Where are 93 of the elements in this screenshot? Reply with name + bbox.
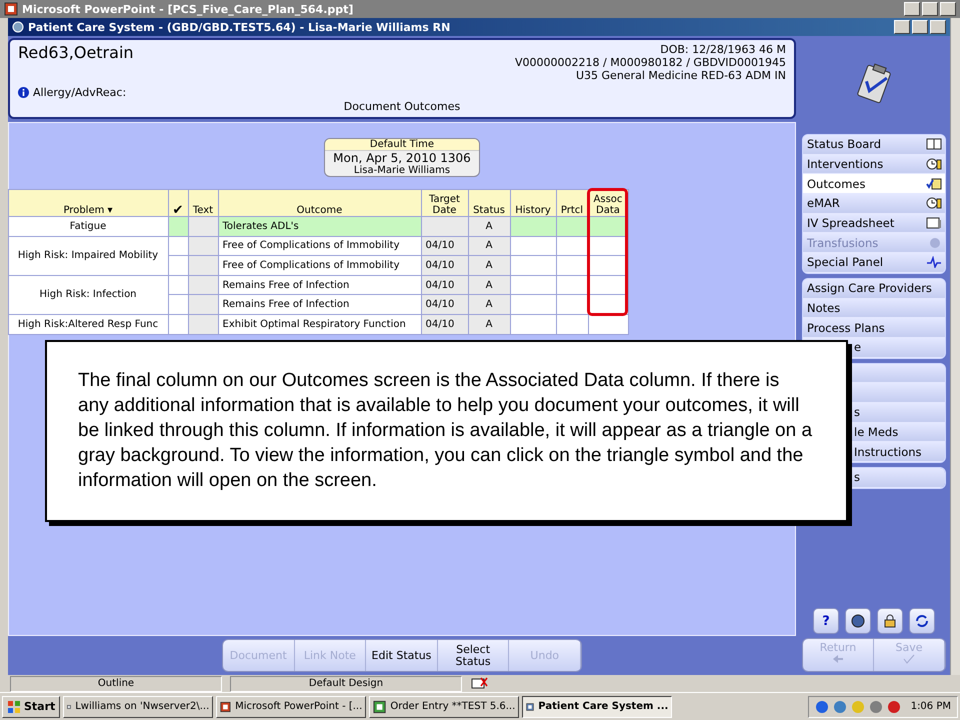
toolbar-button[interactable]: Select Status xyxy=(438,640,510,671)
location-text: U35 General Medicine RED-63 ADM IN xyxy=(576,69,786,82)
window-title: Microsoft PowerPoint - [PCS_Five_Care_Plan_564.ppt] xyxy=(22,2,354,16)
status-cell: A xyxy=(468,275,510,295)
taskbar-button[interactable]: Microsoft PowerPoint - [... xyxy=(216,696,366,718)
app-title: Patient Care System - (GBD/GBD.TEST5.64) - Lisa-Marie Williams RN xyxy=(28,20,450,34)
problem-cell[interactable]: High Risk:Altered Resp Func xyxy=(8,314,168,334)
app-icon xyxy=(12,21,24,33)
drop-icon xyxy=(928,236,942,249)
column-header: Text xyxy=(188,190,218,216)
screen-title: Document Outcomes xyxy=(342,100,462,114)
dob-text: DOB: 12/28/1963 46 M xyxy=(660,43,786,56)
outcome-cell[interactable]: Free of Complications of Immobility xyxy=(218,236,421,256)
refresh-button[interactable] xyxy=(909,608,935,634)
status-cell: A xyxy=(468,236,510,256)
outcome-cell[interactable]: Exhibit Optimal Respiratory Function xyxy=(218,314,421,334)
target-date-cell: 04/10 xyxy=(421,314,468,334)
status-cell: A xyxy=(468,314,510,334)
sidebar-item[interactable]: Process Plans xyxy=(803,318,945,338)
globe-button[interactable] xyxy=(845,608,871,634)
taskbar-button[interactable]: Lwilliams on 'Nwserver2\... xyxy=(63,696,214,718)
restore-button[interactable] xyxy=(922,2,938,16)
problem-cell[interactable]: Fatigue xyxy=(8,216,168,236)
maximize-button[interactable] xyxy=(912,20,928,34)
problem-cell[interactable]: High Risk: Infection xyxy=(8,275,168,314)
checkmark-icon xyxy=(903,654,915,664)
sidebar-item[interactable]: Outcomes xyxy=(803,174,945,194)
sidebar-item[interactable]: Special Panel xyxy=(803,253,945,273)
tray-icon[interactable] xyxy=(814,700,829,714)
default-time-user: Lisa-Marie Williams xyxy=(354,165,450,176)
sidebar-item[interactable]: eMAR xyxy=(803,194,945,214)
tray-icon[interactable] xyxy=(868,700,883,714)
close-button[interactable] xyxy=(930,20,946,34)
target-date-cell: 04/10 xyxy=(421,275,468,295)
lock-button[interactable] xyxy=(877,608,903,634)
column-header[interactable]: Problem ▾ xyxy=(8,190,168,216)
minimize-button[interactable] xyxy=(894,20,910,34)
target-date-cell: 04/10 xyxy=(421,294,468,314)
status-pane: Outline xyxy=(10,676,222,692)
book-icon xyxy=(926,138,942,150)
minimize-button[interactable] xyxy=(904,2,920,16)
tray-icon[interactable] xyxy=(886,700,901,714)
column-header: Outcome xyxy=(218,190,421,216)
tray-icon[interactable] xyxy=(832,700,847,714)
status-cell: A xyxy=(468,256,510,276)
clock-icon xyxy=(926,197,942,210)
column-header: ✔ xyxy=(168,190,188,216)
taskbar-button[interactable]: Order Entry **TEST 5.6... xyxy=(369,696,520,718)
globe-icon xyxy=(851,614,865,628)
windows-logo-icon xyxy=(7,700,21,714)
app-icon xyxy=(373,700,386,714)
refresh-icon xyxy=(915,614,929,628)
patient-name: Red63,Oetrain xyxy=(18,43,135,64)
allergy-label: Allergy/AdvReac: xyxy=(33,86,126,99)
start-button[interactable]: Start xyxy=(2,696,60,718)
clock-icon xyxy=(926,158,942,170)
arrow-icon xyxy=(832,654,844,664)
checklist-icon xyxy=(926,178,942,190)
toolbar-button[interactable]: Edit Status xyxy=(366,640,438,671)
app-icon xyxy=(4,2,18,16)
close-button[interactable] xyxy=(940,2,956,16)
help-button[interactable]: ? xyxy=(813,608,839,634)
sidebar-item[interactable]: Assign Care Providers xyxy=(803,278,945,298)
spreadsheet-icon xyxy=(926,217,942,230)
taskbar-button[interactable]: Patient Care System ... xyxy=(522,696,672,718)
patient-ids: V00000002218 / M000980182 / GBDVID0001945 xyxy=(515,56,786,69)
status-cell: A xyxy=(468,216,510,236)
column-header: Target Date xyxy=(421,190,468,216)
outcome-cell[interactable]: Remains Free of Infection xyxy=(218,294,421,314)
lock-icon xyxy=(884,614,896,628)
default-time-date: Mon, Apr 5, 2010 1306 xyxy=(333,151,471,165)
target-date-cell: 04/10 xyxy=(421,256,468,276)
sidebar-item[interactable]: IV Spreadsheet xyxy=(803,214,945,234)
app-icon xyxy=(220,700,232,714)
outcome-cell[interactable]: Tolerates ADL's xyxy=(218,216,421,236)
default-time-box[interactable]: Default Time Mon, Apr 5, 2010 1306 Lisa-Marie Williams xyxy=(324,138,480,177)
target-date-cell: 04/10 xyxy=(421,236,468,256)
info-icon xyxy=(18,86,29,98)
sidebar-item[interactable]: Notes xyxy=(803,298,945,318)
status-cell: A xyxy=(468,294,510,314)
sidebar-item[interactable]: Interventions xyxy=(803,154,945,174)
column-header: History xyxy=(510,190,556,216)
sidebar-item[interactable]: Status Board xyxy=(803,135,945,155)
column-header: Status xyxy=(468,190,510,216)
clock-text: 1:06 PM xyxy=(910,701,951,712)
outcome-cell[interactable]: Remains Free of Infection xyxy=(218,275,421,295)
status-pane: Default Design xyxy=(230,676,462,692)
problem-cell[interactable]: High Risk: Impaired Mobility xyxy=(8,236,168,276)
default-time-label: Default Time xyxy=(325,139,479,151)
pulse-icon xyxy=(926,256,942,268)
spelling-icon xyxy=(470,676,488,690)
outcome-cell[interactable]: Free of Complications of Immobility xyxy=(218,256,421,276)
column-header: Prtcl xyxy=(556,190,588,216)
